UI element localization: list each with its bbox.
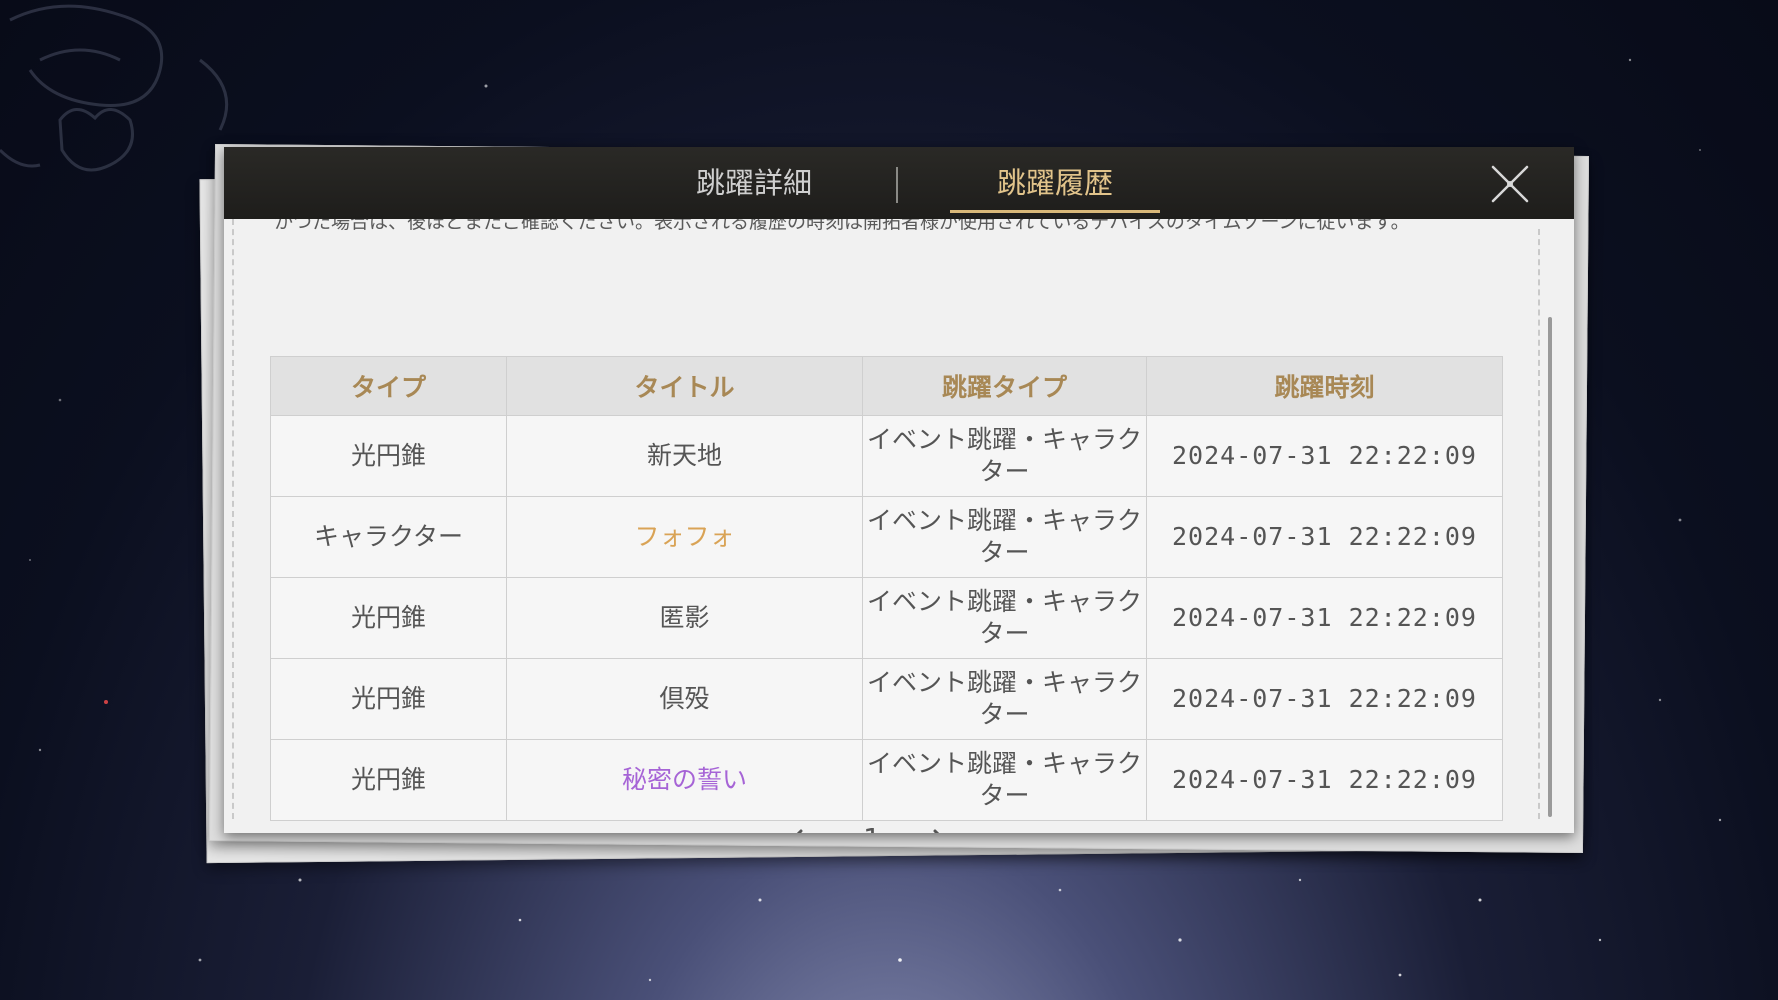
header-title: タイトル <box>506 356 863 416</box>
cell-title: フォフォ <box>506 496 863 578</box>
chevron-left-icon <box>796 829 803 833</box>
chevron-right-icon <box>933 829 940 833</box>
table-row: キャラクター フォフォ イベント跳躍・キャラクター 2024-07-31 22:… <box>270 496 1503 578</box>
cell-warp-type: イベント跳躍・キャラクター <box>862 739 1147 821</box>
table-row: 光円錐 新天地 イベント跳躍・キャラクター 2024-07-31 22:22:0… <box>270 415 1503 497</box>
prev-page-button[interactable] <box>784 825 812 833</box>
left-dash-border <box>232 219 234 819</box>
warp-history-panel: 跳躍詳細 跳躍履歴 かつた場合は、後ほどまたご確認ください。表示される履歴の時刻… <box>224 147 1574 833</box>
header-warp-time: 跳躍時刻 <box>1146 356 1503 416</box>
cell-warp-type: イベント跳躍・キャラクター <box>862 496 1147 578</box>
table-header-row: タイプ タイトル 跳躍タイプ 跳躍時刻 <box>270 356 1503 416</box>
current-page-number: 1 <box>852 819 892 833</box>
table-row: 光円錐 匿影 イベント跳躍・キャラクター 2024-07-31 22:22:09 <box>270 577 1503 659</box>
cell-warp-time: 2024-07-31 22:22:09 <box>1146 496 1503 578</box>
cell-type: 光円錐 <box>270 658 507 740</box>
scrollbar[interactable] <box>1548 317 1552 817</box>
header-warp-type: 跳躍タイプ <box>862 356 1147 416</box>
cell-type: 光円錐 <box>270 415 507 497</box>
history-table: タイプ タイトル 跳躍タイプ 跳躍時刻 光円錐 新天地 イベント跳躍・キャラクタ… <box>270 356 1503 821</box>
tab-warp-history[interactable]: 跳躍履歴 <box>950 147 1160 219</box>
cell-type: 光円錐 <box>270 577 507 659</box>
history-content[interactable]: かつた場合は、後ほどまたご確認ください。表示される履歴の時刻は開拓者様が使用され… <box>224 219 1574 833</box>
cell-type: キャラクター <box>270 496 507 578</box>
table-row: 光円錐 秘密の誓い イベント跳躍・キャラクター 2024-07-31 22:22… <box>270 739 1503 821</box>
next-page-button[interactable] <box>924 825 952 833</box>
tab-divider <box>896 167 898 203</box>
cell-warp-time: 2024-07-31 22:22:09 <box>1146 415 1503 497</box>
tab-warp-history-label: 跳躍履歴 <box>996 166 1113 200</box>
cell-type: 光円錐 <box>270 739 507 821</box>
cell-warp-type: イベント跳躍・キャラクター <box>862 415 1147 497</box>
cell-warp-time: 2024-07-31 22:22:09 <box>1146 658 1503 740</box>
cell-warp-type: イベント跳躍・キャラクター <box>862 658 1147 740</box>
tab-warp-details-label: 跳躍詳細 <box>695 166 812 200</box>
right-dash-border <box>1538 229 1540 819</box>
header-type: タイプ <box>270 356 507 416</box>
tab-warp-details[interactable]: 跳躍詳細 <box>644 147 864 219</box>
active-tab-underline <box>950 210 1160 213</box>
cell-warp-time: 2024-07-31 22:22:09 <box>1146 739 1503 821</box>
cell-title: 秘密の誓い <box>506 739 863 821</box>
cell-title: 新天地 <box>506 415 863 497</box>
timezone-notice: かつた場合は、後ほどまたご確認ください。表示される履歴の時刻は開拓者様が使用され… <box>274 219 1410 233</box>
pagination: 1 <box>784 819 1004 833</box>
panel-header: 跳躍詳細 跳躍履歴 <box>224 147 1574 219</box>
cell-title: 匿影 <box>506 577 863 659</box>
table-row: 光円錐 倶殁 イベント跳躍・キャラクター 2024-07-31 22:22:09 <box>270 658 1503 740</box>
close-icon <box>1491 165 1529 203</box>
close-button[interactable] <box>1490 164 1530 204</box>
cell-warp-time: 2024-07-31 22:22:09 <box>1146 577 1503 659</box>
cell-warp-type: イベント跳躍・キャラクター <box>862 577 1147 659</box>
cell-title: 倶殁 <box>506 658 863 740</box>
